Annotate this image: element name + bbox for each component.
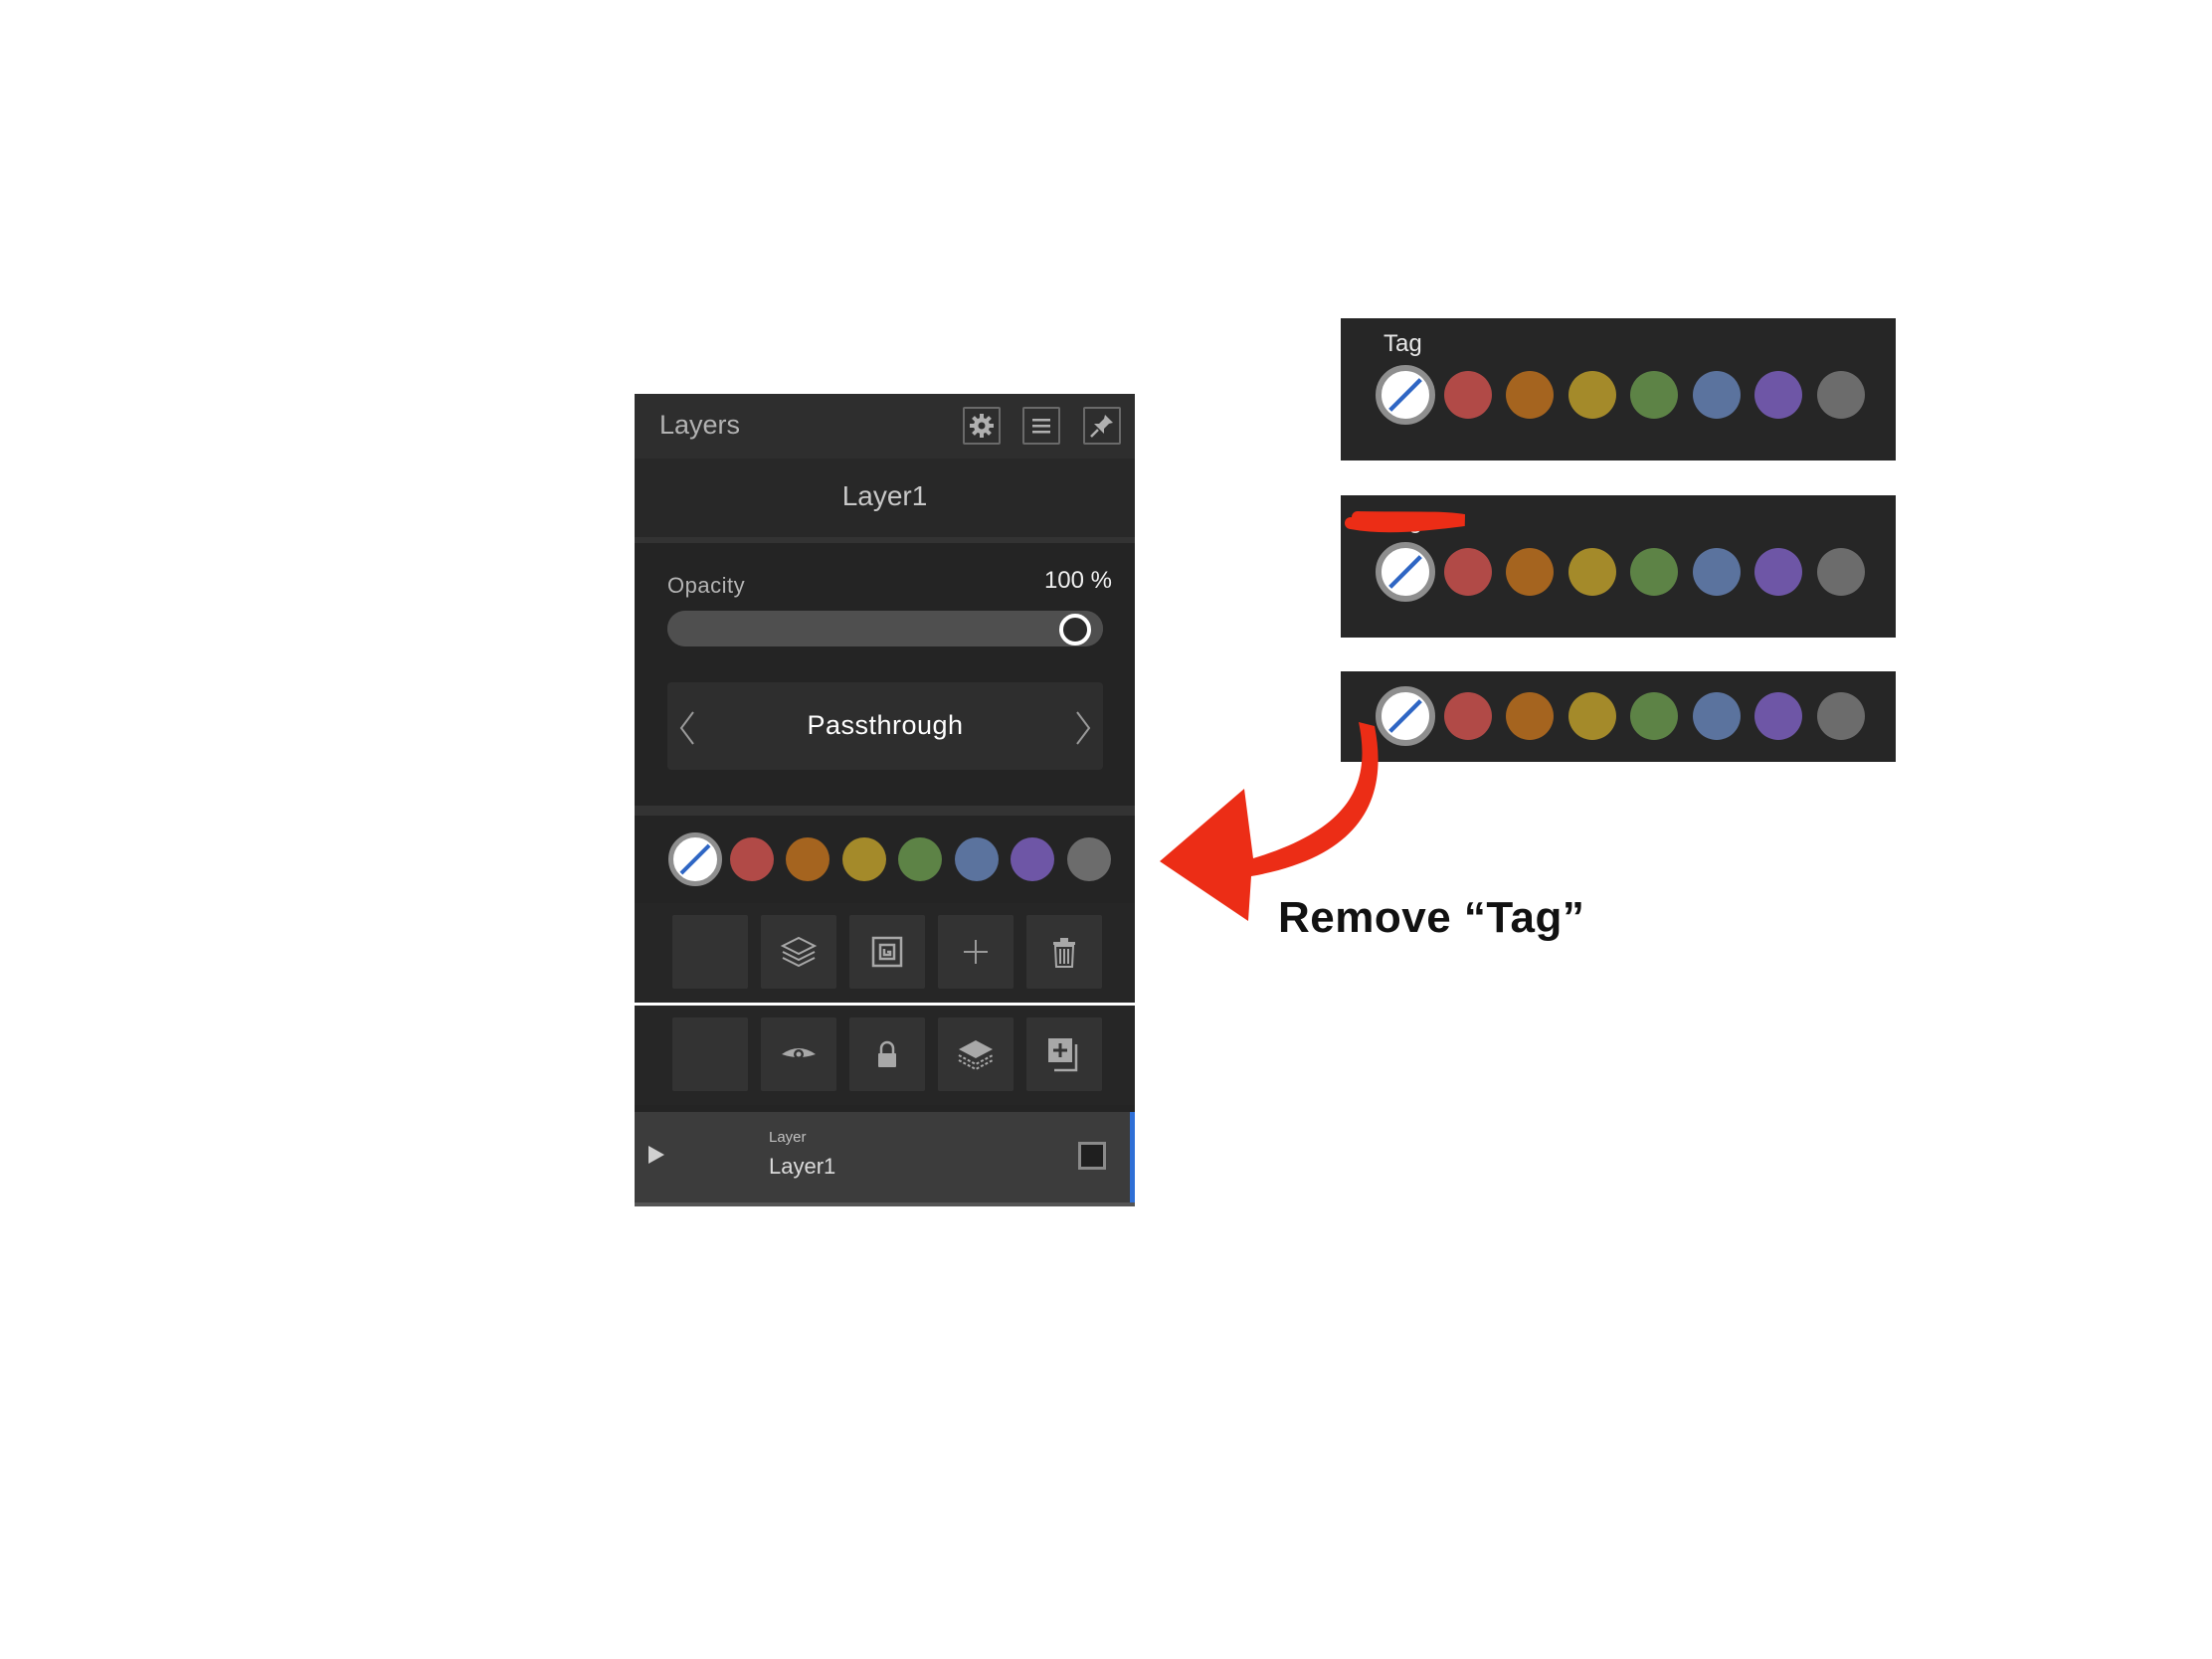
opacity-value: 100 % (1043, 567, 1112, 594)
no-tag-slash-icon (679, 843, 711, 875)
tag-title-crossed: Tag (1383, 507, 1422, 534)
menu-button[interactable] (1022, 407, 1060, 445)
no-tag-swatch[interactable] (1376, 686, 1435, 746)
tag-swatch-red[interactable] (729, 837, 774, 881)
opacity-slider-fill (667, 611, 1103, 646)
opacity-slider[interactable] (667, 611, 1103, 646)
blend-mode-value: Passthrough (807, 710, 964, 740)
mask-button[interactable] (849, 915, 925, 989)
layer-stack-icon (780, 936, 818, 968)
panel-bottom-edge (635, 1202, 1135, 1206)
no-tag-swatch[interactable] (1376, 542, 1435, 602)
layer-visibility-checkbox[interactable] (1078, 1142, 1106, 1170)
duplicate-layer-button[interactable] (1026, 1017, 1102, 1091)
blend-mode-selector[interactable]: Passthrough (667, 682, 1103, 770)
layer-item-name: Layer1 (769, 1154, 836, 1179)
opacity-label: Opacity (667, 573, 746, 598)
duplicate-icon (1048, 1038, 1078, 1072)
eye-icon (782, 1048, 816, 1059)
pin-icon (1090, 415, 1113, 438)
tag-swatch-blue[interactable] (954, 837, 999, 881)
merge-layers-icon (958, 1040, 994, 1071)
tag-swatch-blue[interactable] (1692, 548, 1741, 596)
empty-tool-button[interactable] (672, 915, 748, 989)
gear-icon (970, 414, 994, 438)
layer-name: Layer1 (841, 480, 928, 511)
tag-swatch-orange[interactable] (1506, 371, 1554, 419)
layers-panel: Layers Layer1 Opacity 100 % Passthrough … (635, 394, 1135, 1206)
tag-bar-with-title: Tag (1341, 318, 1896, 461)
tag-swatch-gray[interactable] (1816, 548, 1865, 596)
tag-swatch-green[interactable] (1630, 548, 1678, 596)
no-tag-slash-icon (1388, 699, 1422, 733)
tag-color-row (635, 816, 1135, 903)
separator (635, 806, 1135, 816)
tag-swatch-green[interactable] (1630, 692, 1678, 740)
panel-title: Layers (659, 410, 741, 440)
layer-tools-row-1 (635, 903, 1135, 1003)
layer-list-item[interactable]: Layer Layer1 (635, 1112, 1135, 1202)
visibility-button[interactable] (761, 1017, 836, 1091)
tag-bar-without-title (1341, 671, 1896, 762)
no-tag-swatch[interactable] (1376, 365, 1435, 425)
settings-button[interactable] (963, 407, 1001, 445)
tag-swatch-gray[interactable] (1066, 837, 1111, 881)
hamburger-menu-icon (1032, 419, 1050, 434)
tag-swatch-blue[interactable] (1692, 371, 1741, 419)
tag-swatch-gray[interactable] (1816, 692, 1865, 740)
tag-bar-title-crossed-out: Tag (1341, 495, 1896, 638)
merge-layers-button[interactable] (938, 1017, 1014, 1091)
no-tag-slash-icon (1388, 555, 1422, 589)
lock-button[interactable] (849, 1017, 925, 1091)
tag-swatch-yellow[interactable] (1567, 371, 1616, 419)
tag-swatch-yellow[interactable] (1567, 692, 1616, 740)
tag-swatch-orange[interactable] (1506, 692, 1554, 740)
tag-swatch-purple[interactable] (1011, 837, 1054, 881)
tag-swatch-green[interactable] (898, 837, 942, 881)
tag-swatch-blue[interactable] (1692, 692, 1741, 740)
tag-swatch-purple[interactable] (1754, 371, 1802, 419)
no-tag-slash-icon (1388, 378, 1422, 412)
tag-swatch-purple[interactable] (1754, 692, 1802, 740)
opacity-slider-knob[interactable] (1059, 614, 1091, 645)
annotation-text: Remove “Tag” (1278, 893, 1585, 942)
delete-layer-button[interactable] (1026, 915, 1102, 989)
tag-swatch-orange[interactable] (1506, 548, 1554, 596)
no-tag-swatch[interactable] (668, 832, 722, 886)
plus-icon (964, 940, 988, 964)
pin-button[interactable] (1083, 407, 1121, 445)
layer-type-label: Layer (769, 1129, 807, 1146)
tag-swatch-yellow[interactable] (1567, 548, 1616, 596)
panel-header: Layers (635, 394, 1135, 459)
tag-swatch-red[interactable] (1443, 692, 1492, 740)
tag-swatch-yellow[interactable] (841, 837, 886, 881)
layer-tools-row-2 (635, 1006, 1135, 1105)
tag-swatch-green[interactable] (1630, 371, 1678, 419)
tag-swatch-red[interactable] (1443, 371, 1492, 419)
add-layer-button[interactable] (938, 915, 1014, 989)
layer-stack-button[interactable] (761, 915, 836, 989)
tag-swatch-red[interactable] (1443, 548, 1492, 596)
tag-swatch-gray[interactable] (1816, 371, 1865, 419)
expand-triangle-icon[interactable] (648, 1146, 664, 1164)
layer-name-bar[interactable]: Layer1 (635, 459, 1135, 543)
lock-icon (878, 1040, 896, 1067)
tag-swatch-purple[interactable] (1754, 548, 1802, 596)
mask-icon (871, 936, 903, 968)
tag-swatch-orange[interactable] (786, 837, 830, 881)
chevron-right-icon[interactable] (1071, 710, 1095, 746)
tag-title: Tag (1383, 330, 1422, 357)
empty-tool-button[interactable] (672, 1017, 748, 1091)
layer-properties: Opacity 100 % Passthrough (635, 543, 1135, 806)
trash-icon (1053, 938, 1075, 968)
